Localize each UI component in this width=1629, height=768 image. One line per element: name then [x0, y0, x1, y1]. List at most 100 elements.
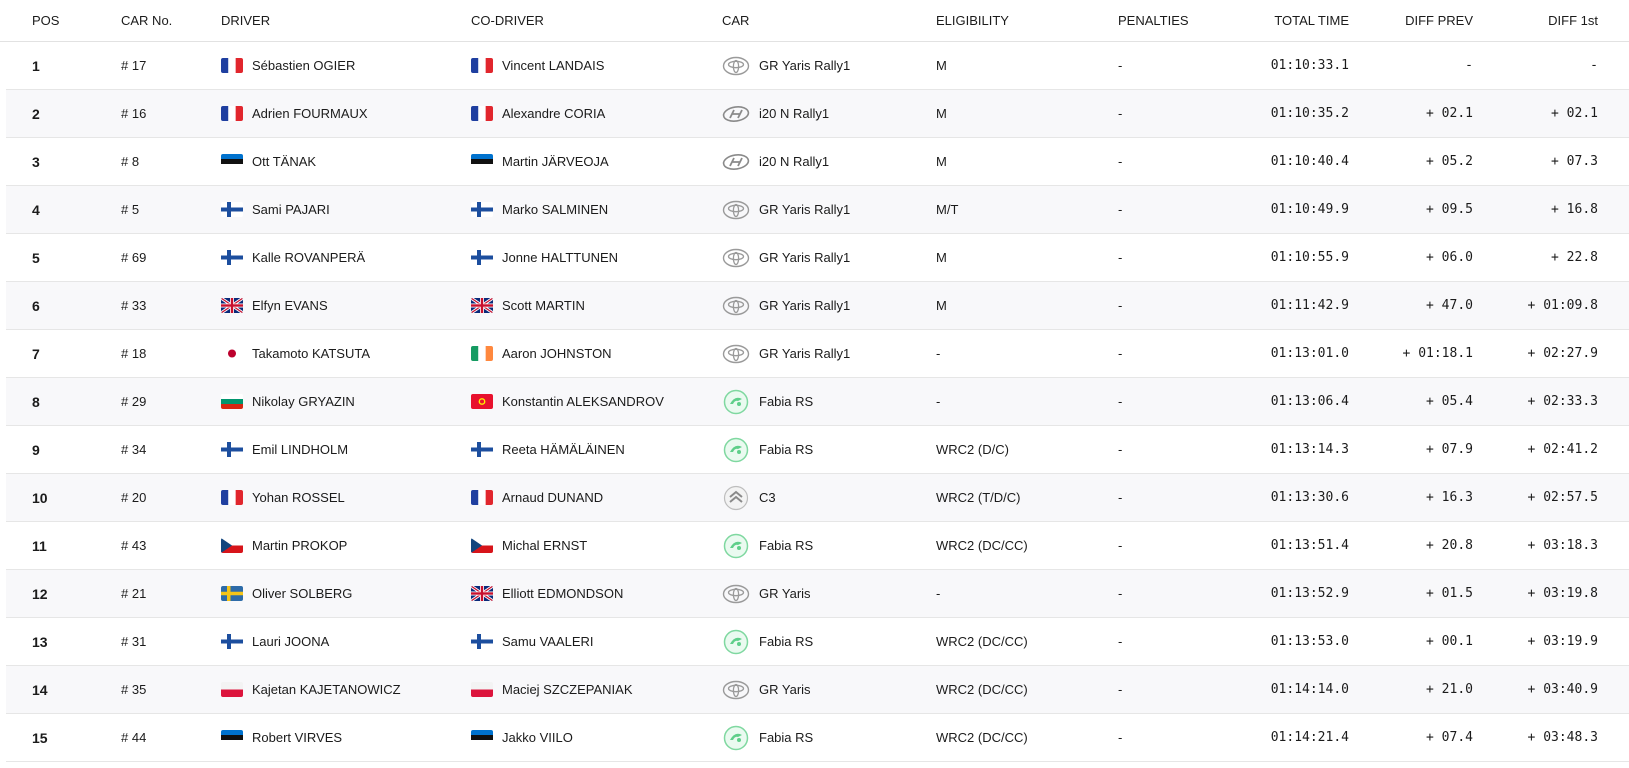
header-penalties[interactable]: PENALTIES	[1118, 0, 1189, 41]
cell-co-driver[interactable]: Konstantin ALEKSANDROV	[471, 378, 664, 425]
table-row[interactable]: 12 # 21 Oliver SOLBERG Elliott EDMONDSON…	[6, 570, 1629, 618]
co-driver-name[interactable]: Arnaud DUNAND	[502, 490, 603, 505]
driver-name[interactable]: Oliver SOLBERG	[252, 586, 352, 601]
cell-co-driver[interactable]: Alexandre CORIA	[471, 90, 605, 137]
cell-co-driver[interactable]: Vincent LANDAIS	[471, 42, 604, 89]
header-diff-prev[interactable]: DIFF PREV	[1405, 0, 1473, 41]
cell-co-driver[interactable]: Scott MARTIN	[471, 282, 585, 329]
cell-driver[interactable]: Elfyn EVANS	[221, 282, 328, 329]
header-car-no[interactable]: CAR No.	[121, 0, 172, 41]
driver-name[interactable]: Sami PAJARI	[252, 202, 330, 217]
cell-driver[interactable]: Kajetan KAJETANOWICZ	[221, 666, 401, 713]
cell-co-driver[interactable]: Reeta HÄMÄLÄINEN	[471, 426, 625, 473]
driver-name[interactable]: Sébastien OGIER	[252, 58, 355, 73]
table-row[interactable]: 7 # 18 Takamoto KATSUTA Aaron JOHNSTON G…	[6, 330, 1629, 378]
table-row[interactable]: 14 # 35 Kajetan KAJETANOWICZ Maciej SZCZ…	[6, 666, 1629, 714]
cell-co-driver[interactable]: Elliott EDMONDSON	[471, 570, 623, 617]
cell-driver[interactable]: Takamoto KATSUTA	[221, 330, 370, 377]
header-total-time[interactable]: TOTAL TIME	[1274, 0, 1349, 41]
cell-driver[interactable]: Martin PROKOP	[221, 522, 347, 569]
co-driver-name[interactable]: Konstantin ALEKSANDROV	[502, 394, 664, 409]
co-driver-name[interactable]: Marko SALMINEN	[502, 202, 608, 217]
cell-co-driver[interactable]: Jonne HALTTUNEN	[471, 234, 618, 281]
driver-name[interactable]: Kajetan KAJETANOWICZ	[252, 682, 401, 697]
co-driver-name[interactable]: Aaron JOHNSTON	[502, 346, 612, 361]
driver-name[interactable]: Adrien FOURMAUX	[252, 106, 368, 121]
table-row[interactable]: 1 # 17 Sébastien OGIER Vincent LANDAIS G…	[6, 42, 1629, 90]
co-driver-name[interactable]: Scott MARTIN	[502, 298, 585, 313]
table-row[interactable]: 3 # 8 Ott TÄNAK Martin JÄRVEOJA i20 N Ra…	[6, 138, 1629, 186]
cell-car-no: # 33	[121, 298, 147, 313]
driver-name[interactable]: Elfyn EVANS	[252, 298, 328, 313]
table-row[interactable]: 10 # 20 Yohan ROSSEL Arnaud DUNAND C3 WR…	[6, 474, 1629, 522]
cell-driver[interactable]: Yohan ROSSEL	[221, 474, 345, 521]
table-row[interactable]: 2 # 16 Adrien FOURMAUX Alexandre CORIA i…	[6, 90, 1629, 138]
header-eligibility[interactable]: ELIGIBILITY	[936, 0, 1009, 41]
cell-driver[interactable]: Emil LINDHOLM	[221, 426, 348, 473]
driver-name[interactable]: Yohan ROSSEL	[252, 490, 345, 505]
driver-name[interactable]: Kalle ROVANPERÄ	[252, 250, 365, 265]
cell-pos: 3	[32, 153, 40, 170]
driver-name[interactable]: Martin PROKOP	[252, 538, 347, 553]
cell-pos: 12	[32, 585, 48, 602]
cell-pos: 2	[32, 105, 40, 122]
driver-name[interactable]: Robert VIRVES	[252, 730, 342, 745]
cell-co-driver[interactable]: Arnaud DUNAND	[471, 474, 603, 521]
skoda-logo-icon	[722, 629, 750, 654]
header-co-driver[interactable]: CO-DRIVER	[471, 0, 544, 41]
co-driver-name[interactable]: Vincent LANDAIS	[502, 58, 604, 73]
co-driver-name[interactable]: Samu VAALERI	[502, 634, 594, 649]
cell-driver[interactable]: Sami PAJARI	[221, 186, 330, 233]
flag-fi-icon	[471, 202, 493, 217]
cell-co-driver[interactable]: Samu VAALERI	[471, 618, 594, 665]
table-row[interactable]: 8 # 29 Nikolay GRYAZIN Konstantin ALEKSA…	[6, 378, 1629, 426]
car-model: Fabia RS	[759, 730, 814, 745]
cell-driver[interactable]: Kalle ROVANPERÄ	[221, 234, 365, 281]
co-driver-name[interactable]: Michal ERNST	[502, 538, 587, 553]
cell-driver[interactable]: Lauri JOONA	[221, 618, 329, 665]
cell-co-driver[interactable]: Maciej SZCZEPANIAK	[471, 666, 633, 713]
header-pos[interactable]: POS	[32, 0, 59, 41]
cell-co-driver[interactable]: Michal ERNST	[471, 522, 587, 569]
driver-name[interactable]: Ott TÄNAK	[252, 154, 316, 169]
cell-driver[interactable]: Adrien FOURMAUX	[221, 90, 368, 137]
cell-co-driver[interactable]: Marko SALMINEN	[471, 186, 608, 233]
cell-co-driver[interactable]: Jakko VIILO	[471, 714, 573, 761]
driver-name[interactable]: Takamoto KATSUTA	[252, 346, 370, 361]
cell-co-driver[interactable]: Martin JÄRVEOJA	[471, 138, 609, 185]
cell-driver[interactable]: Robert VIRVES	[221, 714, 342, 761]
table-row[interactable]: 5 # 69 Kalle ROVANPERÄ Jonne HALTTUNEN G…	[6, 234, 1629, 282]
table-row[interactable]: 11 # 43 Martin PROKOP Michal ERNST Fabia…	[6, 522, 1629, 570]
cell-driver[interactable]: Ott TÄNAK	[221, 138, 316, 185]
driver-name[interactable]: Nikolay GRYAZIN	[252, 394, 355, 409]
co-driver-name[interactable]: Maciej SZCZEPANIAK	[502, 682, 633, 697]
cell-penalties: -	[1118, 586, 1123, 601]
cell-driver[interactable]: Nikolay GRYAZIN	[221, 378, 355, 425]
table-row[interactable]: 6 # 33 Elfyn EVANS Scott MARTIN GR Yaris…	[6, 282, 1629, 330]
cell-driver[interactable]: Oliver SOLBERG	[221, 570, 352, 617]
car-model: GR Yaris	[759, 586, 811, 601]
header-diff-1st[interactable]: DIFF 1st	[1548, 0, 1598, 41]
table-row[interactable]: 9 # 34 Emil LINDHOLM Reeta HÄMÄLÄINEN Fa…	[6, 426, 1629, 474]
cell-diff-prev: + 01.5	[1426, 586, 1473, 601]
driver-name[interactable]: Lauri JOONA	[252, 634, 329, 649]
table-row[interactable]: 4 # 5 Sami PAJARI Marko SALMINEN GR Yari…	[6, 186, 1629, 234]
cell-driver[interactable]: Sébastien OGIER	[221, 42, 355, 89]
flag-fi-icon	[221, 634, 243, 649]
cell-total-time: 01:13:52.9	[1270, 586, 1349, 601]
table-row[interactable]: 13 # 31 Lauri JOONA Samu VAALERI Fabia R…	[6, 618, 1629, 666]
header-driver[interactable]: DRIVER	[221, 0, 270, 41]
co-driver-name[interactable]: Reeta HÄMÄLÄINEN	[502, 442, 625, 457]
co-driver-name[interactable]: Elliott EDMONDSON	[502, 586, 623, 601]
header-car[interactable]: CAR	[722, 0, 749, 41]
driver-name[interactable]: Emil LINDHOLM	[252, 442, 348, 457]
flag-fr-icon	[471, 490, 493, 505]
table-row[interactable]: 15 # 44 Robert VIRVES Jakko VIILO Fabia …	[6, 714, 1629, 762]
co-driver-name[interactable]: Jakko VIILO	[502, 730, 573, 745]
flag-fi-icon	[221, 202, 243, 217]
cell-co-driver[interactable]: Aaron JOHNSTON	[471, 330, 612, 377]
co-driver-name[interactable]: Alexandre CORIA	[502, 106, 605, 121]
cell-pos: 13	[32, 633, 48, 650]
co-driver-name[interactable]: Martin JÄRVEOJA	[502, 154, 609, 169]
co-driver-name[interactable]: Jonne HALTTUNEN	[502, 250, 618, 265]
